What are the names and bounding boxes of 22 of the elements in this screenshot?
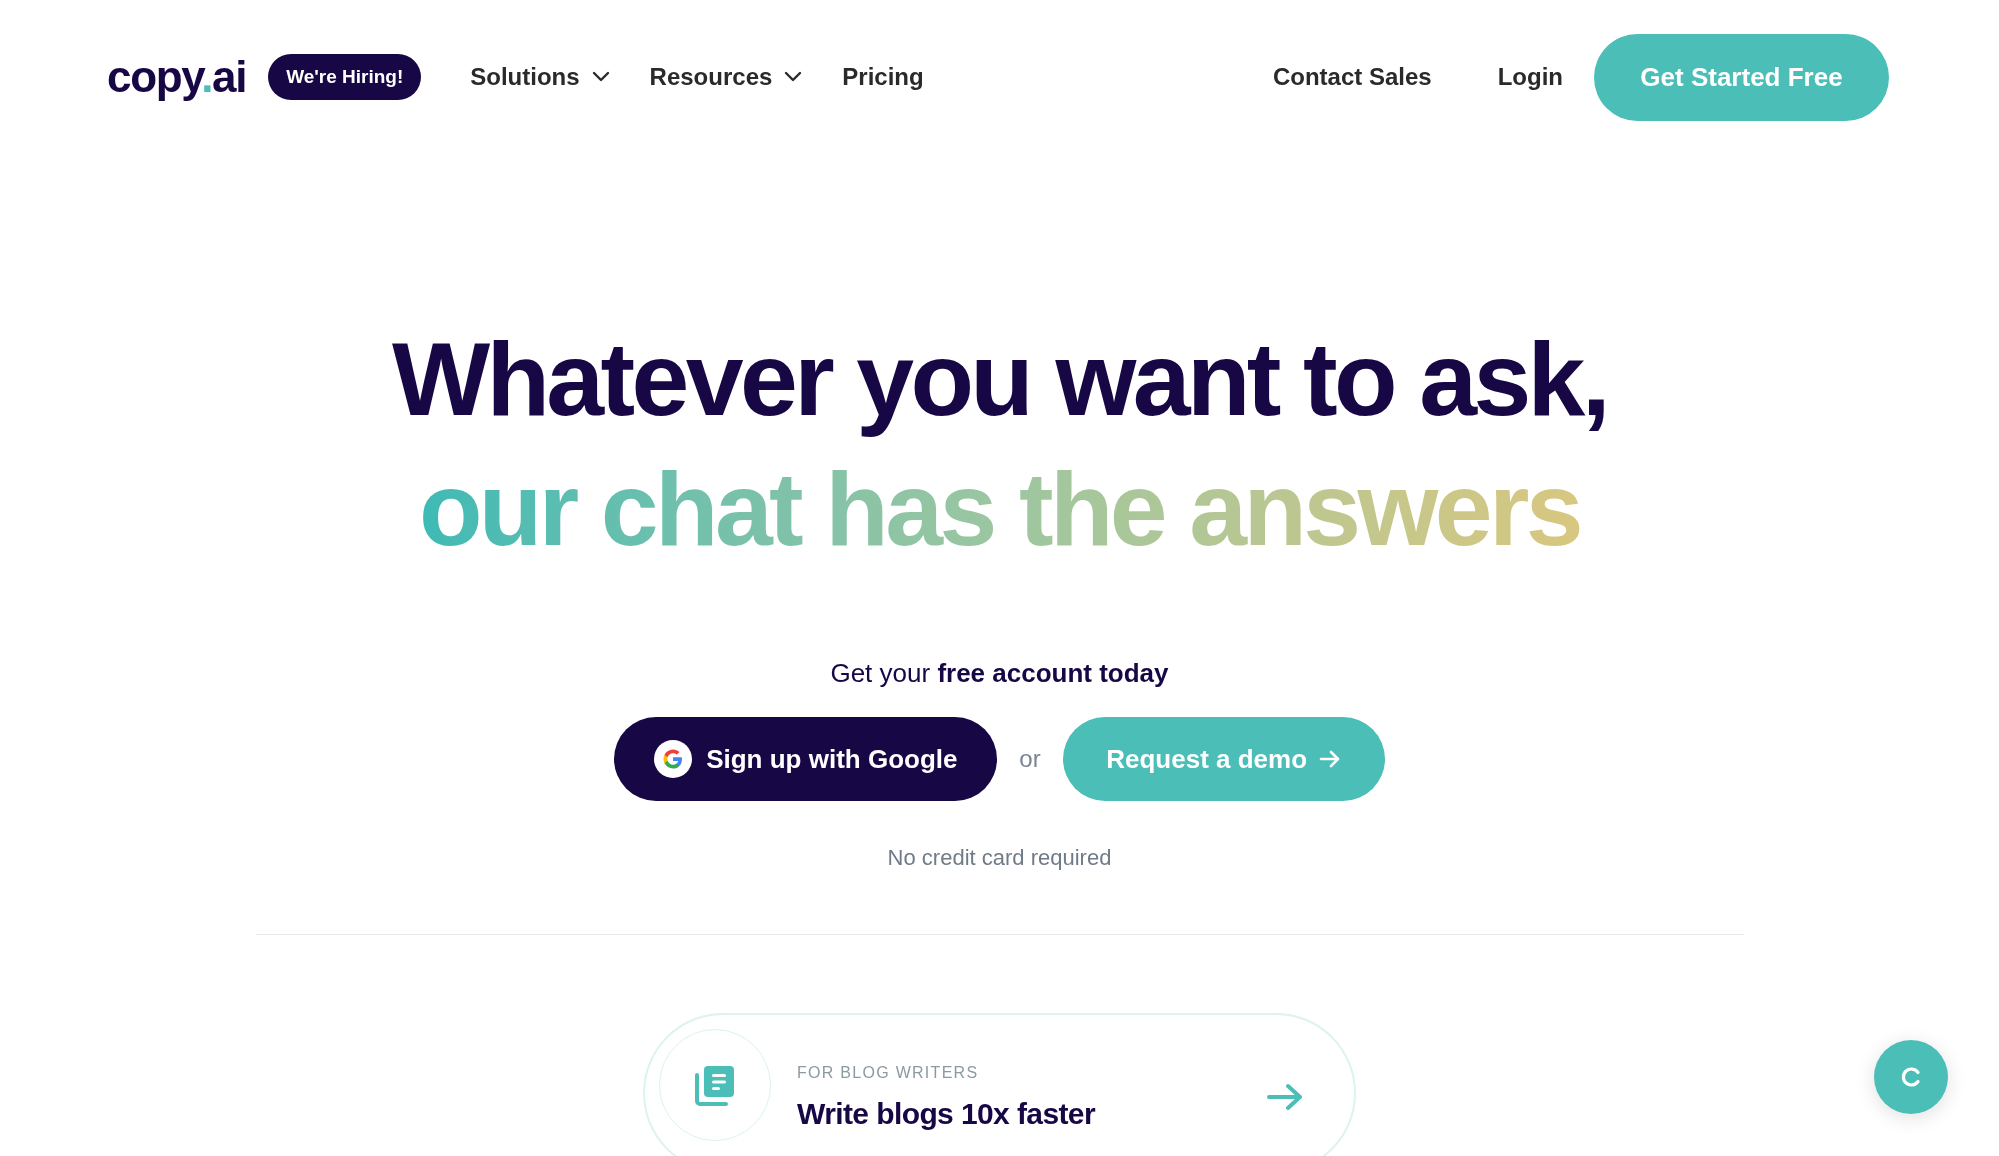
google-signup-button[interactable]: Sign up with Google	[614, 717, 998, 801]
feature-card[interactable]: FOR BLOG WRITERS Write blogs 10x faster	[643, 1013, 1356, 1156]
or-text: or	[1019, 744, 1041, 774]
hiring-badge[interactable]: We're Hiring!	[268, 54, 422, 100]
card-eyebrow: FOR BLOG WRITERS	[797, 1063, 980, 1083]
nav-dropdown[interactable]: Solutions	[470, 59, 610, 95]
free-account-text: Get your free account today	[830, 657, 1169, 690]
documents-icon	[693, 1063, 737, 1107]
login-link[interactable]: Login	[1497, 59, 1563, 95]
card-title: Write blogs 10x faster	[797, 1096, 1096, 1132]
nav-dropdown[interactable]: Resources	[649, 59, 803, 95]
arrow-right-icon	[1266, 1083, 1304, 1111]
logo[interactable]: copy.ai	[107, 55, 247, 99]
arrow-right-icon	[1319, 750, 1342, 768]
google-logo-icon	[654, 740, 693, 778]
contact-sales-link[interactable]: Contact Sales	[1272, 59, 1432, 95]
chevron-down-icon	[784, 71, 803, 83]
chat-logo-icon	[1899, 1065, 1923, 1089]
hero-heading: Whatever you want to ask,	[391, 320, 1608, 439]
chevron-down-icon	[591, 71, 610, 83]
no-credit-card-note: No credit card required	[887, 844, 1112, 872]
nav-link[interactable]: Pricing	[842, 59, 924, 95]
